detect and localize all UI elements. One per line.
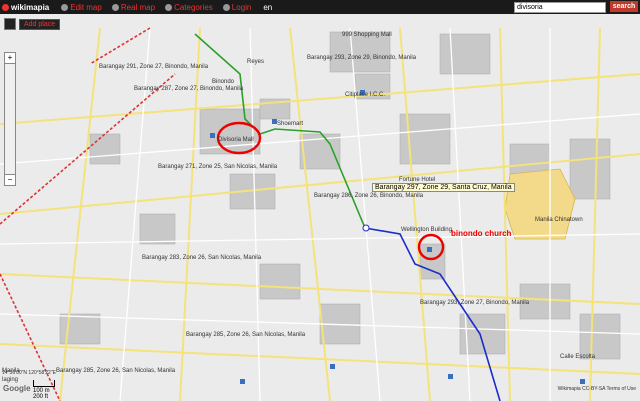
edit-icon: [61, 3, 69, 11]
nav-edit-map-label: Edit map: [70, 2, 102, 12]
language-selector[interactable]: en: [263, 3, 272, 12]
map-label[interactable]: Citiplace I.C.C.: [345, 92, 385, 98]
map-label[interactable]: Wellington Building: [401, 227, 452, 233]
coordinates-readout: 14°36'00"N 120°58'22"E: [2, 370, 56, 376]
nav-real-map-label: Real map: [120, 2, 156, 12]
zoom-control[interactable]: + −: [4, 52, 16, 186]
subbar: Add place: [4, 18, 61, 30]
map-label[interactable]: Manila Chinatown: [535, 217, 583, 223]
scale-bar: 100 m 200 ft: [33, 380, 55, 400]
map-label[interactable]: Divisoria Mall: [218, 137, 254, 143]
nav-categories[interactable]: Categories: [165, 3, 213, 12]
zoom-out-icon[interactable]: −: [5, 174, 15, 185]
scale-bar-line: [33, 380, 55, 387]
map-label[interactable]: Barangay 283, Zone 26, San Nicolas, Mani…: [142, 255, 261, 261]
nav-edit-map[interactable]: Edit map: [61, 3, 102, 12]
map-label[interactable]: laging: [2, 377, 18, 383]
brand-name: wikimapia: [11, 2, 50, 12]
map-label[interactable]: Shoemart: [277, 121, 303, 127]
search-input[interactable]: divisoria: [514, 2, 606, 13]
nav-login-label: Login: [231, 2, 252, 12]
map-canvas[interactable]: [0, 14, 640, 401]
map-label[interactable]: Barangay 271, Zone 25, San Nicolas, Mani…: [158, 164, 277, 170]
map-label[interactable]: Barangay 286, Zone 26, Binondo, Manila: [314, 193, 423, 199]
nav-real-map[interactable]: Real map: [111, 2, 156, 12]
map-label[interactable]: Barangay 293, Zone 29, Binondo, Manila: [307, 55, 416, 61]
highlighted-place-label[interactable]: Barangay 297, Zone 29, Santa Cruz, Manil…: [372, 183, 515, 192]
categories-icon: [165, 3, 173, 11]
nav-categories-label: Categories: [174, 2, 213, 12]
zoom-in-icon[interactable]: +: [5, 53, 15, 64]
map-label[interactable]: Barangay 293, Zone 27, Binondo, Manila: [420, 300, 529, 306]
add-place-button[interactable]: Add place: [19, 18, 61, 30]
binondo-church-annotation: binondo church: [451, 229, 512, 238]
layers-button[interactable]: [4, 18, 16, 30]
map-label[interactable]: Reyes: [247, 59, 264, 65]
login-icon: [222, 3, 230, 11]
search-button[interactable]: search: [610, 1, 638, 12]
logo-icon: [2, 3, 9, 11]
map-label[interactable]: 999 Shopping Mall: [342, 32, 392, 38]
map-label[interactable]: Binondo: [212, 79, 234, 85]
globe-icon: [111, 3, 119, 11]
map-label[interactable]: Barangay 285, Zone 26, San Nicolas, Mani…: [186, 332, 305, 338]
map-label[interactable]: Barangay 291, Zone 27, Binondo, Manila: [99, 64, 208, 70]
nav-login[interactable]: Login: [222, 2, 252, 12]
wikimapia-logo[interactable]: wikimapia: [2, 3, 49, 12]
top-bar: wikimapia Edit map Real map Categories L…: [0, 0, 640, 14]
map-label[interactable]: Barangay 287, Zone 27, Binondo, Manila: [134, 86, 243, 92]
route-marker[interactable]: [362, 224, 370, 232]
map-label[interactable]: Calle Escolta: [560, 354, 595, 360]
scale-bottom: 200 ft: [33, 394, 49, 400]
map-label[interactable]: Barangay 285, Zone 26, San Nicolas, Mani…: [56, 368, 175, 374]
chinatown-area[interactable]: [504, 168, 576, 240]
google-logo: Google: [3, 384, 31, 393]
copyright-text[interactable]: Wikimapia CC-BY-SA Terms of Use: [558, 386, 636, 392]
